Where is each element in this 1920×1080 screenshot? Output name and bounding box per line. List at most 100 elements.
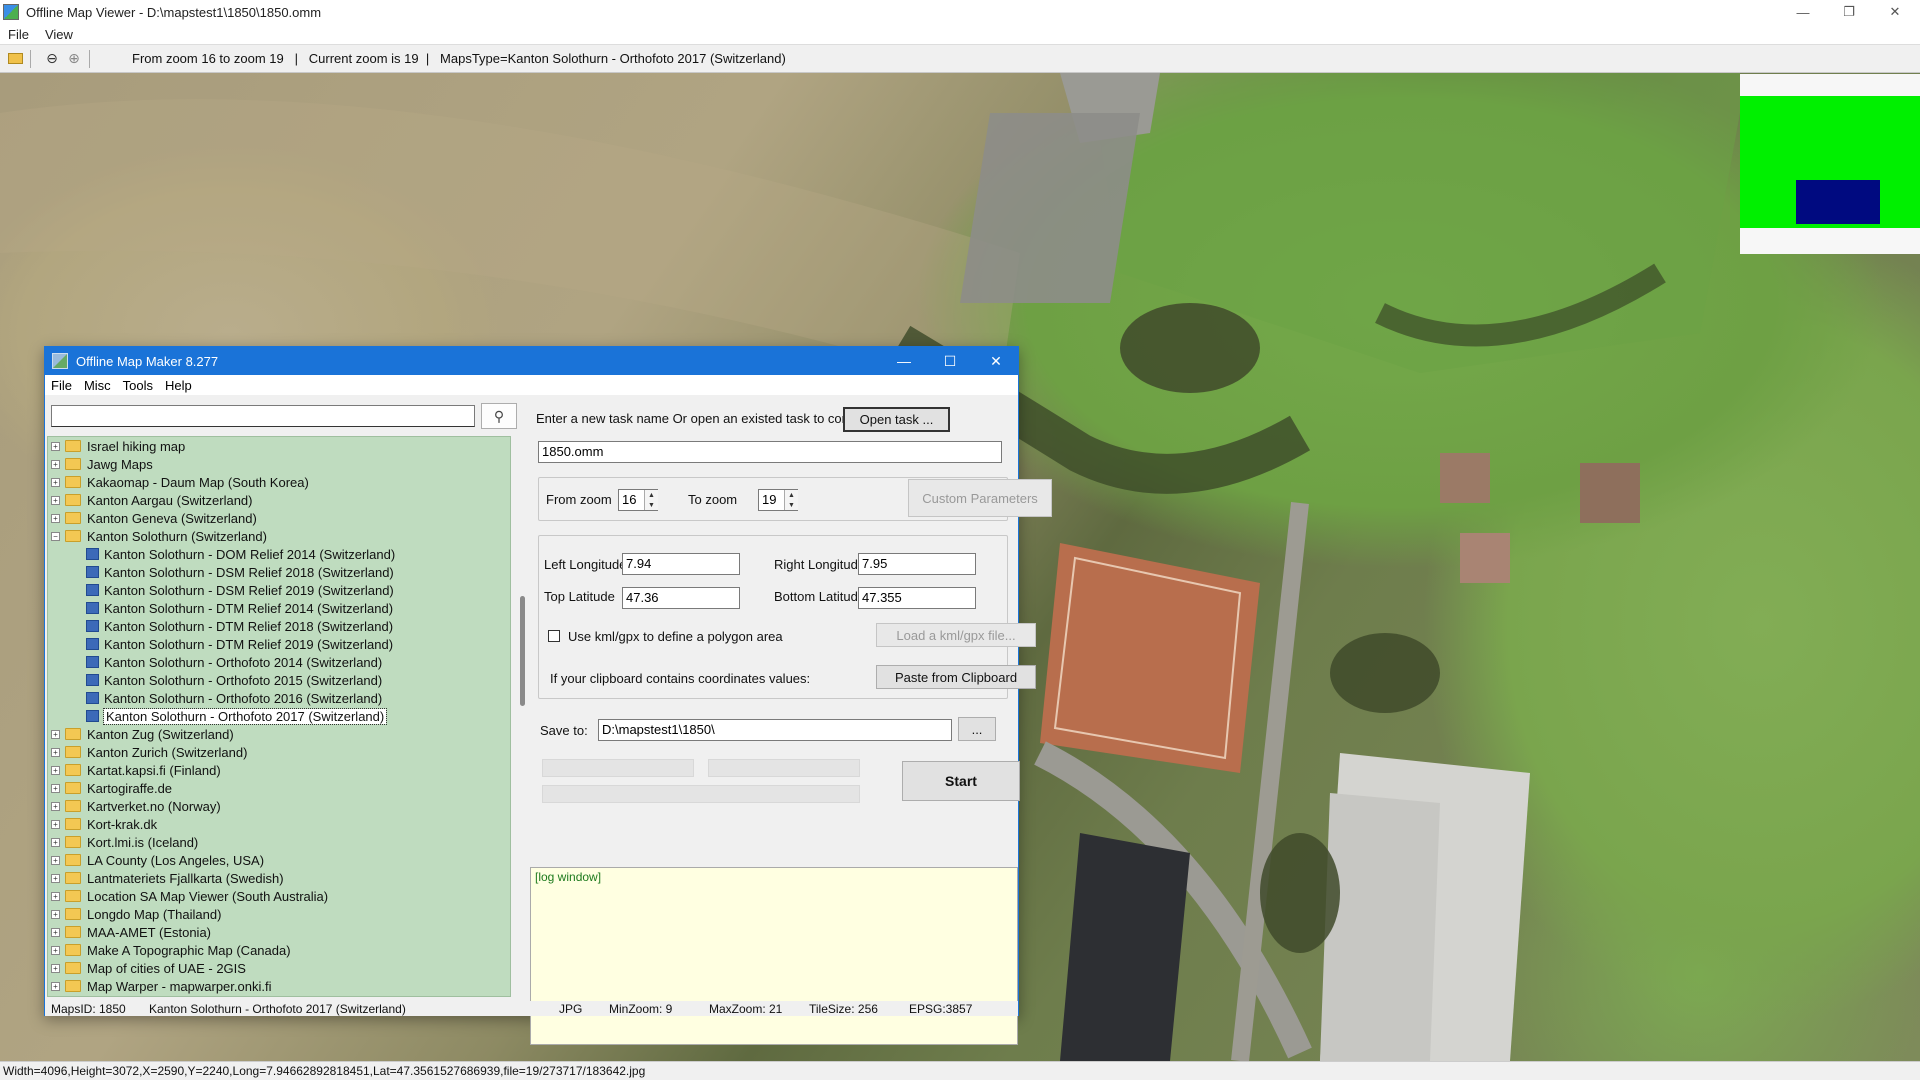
from-zoom-spinner[interactable]: ▲ ▼	[644, 490, 658, 510]
tree-map-item[interactable]: Kanton Solothurn - DSM Relief 2018 (Swit…	[48, 563, 510, 581]
load-kml-button[interactable]: Load a kml/gpx file...	[876, 623, 1036, 647]
expand-icon[interactable]: +	[51, 747, 60, 757]
expand-icon[interactable]: +	[51, 963, 60, 973]
tree-map-item[interactable]: Kanton Solothurn - DTM Relief 2019 (Swit…	[48, 635, 510, 653]
tree-cluster	[1330, 633, 1440, 713]
dialog-minimize-button[interactable]: —	[881, 347, 927, 375]
tree-map-item[interactable]: Kanton Solothurn - DOM Relief 2014 (Swit…	[48, 545, 510, 563]
to-zoom-spinner[interactable]: ▲ ▼	[784, 490, 798, 510]
tree-folder-item[interactable]: + Longdo Map (Thailand)	[48, 905, 510, 923]
folder-icon	[65, 980, 81, 992]
dialog-close-button[interactable]: ✕	[973, 347, 1019, 375]
tree-folder-item[interactable]: + MAA-AMET (Estonia)	[48, 923, 510, 941]
tree-item-label: Kartverket.no (Norway)	[87, 798, 221, 814]
tree-folder-item[interactable]: + Kort.lmi.is (Iceland)	[48, 833, 510, 851]
collapse-icon[interactable]: −	[51, 531, 60, 541]
menu-view[interactable]: View	[37, 27, 81, 42]
tree-map-item[interactable]: Kanton Solothurn - DSM Relief 2019 (Swit…	[48, 581, 510, 599]
tree-map-item[interactable]: Kanton Solothurn - Orthofoto 2017 (Switz…	[48, 707, 510, 725]
overview-viewport[interactable]	[1796, 180, 1880, 224]
search-icon: ⚲	[493, 407, 505, 424]
tree-folder-item[interactable]: + Make A Topographic Map (Canada)	[48, 941, 510, 959]
expand-icon[interactable]: +	[51, 927, 60, 937]
dialog-menu-tools[interactable]: Tools	[117, 378, 159, 393]
minimize-button[interactable]: —	[1780, 0, 1826, 24]
expand-icon[interactable]: +	[51, 855, 60, 865]
browse-button[interactable]: ...	[958, 717, 996, 741]
overview-minimap[interactable]	[1740, 74, 1920, 254]
paste-clipboard-button[interactable]: Paste from Clipboard	[876, 665, 1036, 689]
tree-map-item[interactable]: Kanton Solothurn - DTM Relief 2018 (Swit…	[48, 617, 510, 635]
open-task-button[interactable]: Open task ...	[843, 407, 950, 432]
log-window[interactable]: [log window]	[530, 867, 1018, 1045]
expand-icon[interactable]: +	[51, 801, 60, 811]
zoom-out-icon[interactable]: ⊖	[43, 50, 61, 68]
tree-folder-item[interactable]: + Kort-krak.dk	[48, 815, 510, 833]
save-path-input[interactable]: D:\mapstest1\1850\	[598, 719, 952, 741]
map-search-input[interactable]	[51, 405, 475, 427]
expand-icon[interactable]: +	[51, 495, 60, 505]
expand-icon[interactable]: +	[51, 945, 60, 955]
tree-folder-item[interactable]: + Kanton Geneva (Switzerland)	[48, 509, 510, 527]
open-folder-icon[interactable]	[6, 50, 24, 68]
restore-button[interactable]: ❐	[1826, 0, 1872, 24]
tree-folder-item[interactable]: + Kartat.kapsi.fi (Finland)	[48, 761, 510, 779]
tree-folder-item[interactable]: + LA County (Los Angeles, USA)	[48, 851, 510, 869]
bottom-latitude-input[interactable]: 47.355	[858, 587, 976, 609]
top-latitude-input[interactable]: 47.36	[622, 587, 740, 609]
expand-icon[interactable]: +	[51, 909, 60, 919]
tree-item-label: Make A Topographic Map (Canada)	[87, 942, 291, 958]
tree-folder-item[interactable]: + Kanton Aargau (Switzerland)	[48, 491, 510, 509]
tree-folder-item[interactable]: + Kanton Zurich (Switzerland)	[48, 743, 510, 761]
tree-folder-item[interactable]: + Kartogiraffe.de	[48, 779, 510, 797]
zoom-in-icon[interactable]: ⊕	[65, 50, 83, 68]
dialog-menu-misc[interactable]: Misc	[78, 378, 117, 393]
tree-map-item[interactable]: Kanton Solothurn - Orthofoto 2014 (Switz…	[48, 653, 510, 671]
map-icon	[86, 548, 99, 560]
tree-folder-item[interactable]: + Kanton Zug (Switzerland)	[48, 725, 510, 743]
tree-folder-item[interactable]: + Map Warper - mapwarper.onki.fi	[48, 977, 510, 995]
tree-folder-item[interactable]: + Lantmateriets Fjallkarta (Swedish)	[48, 869, 510, 887]
tree-folder-item[interactable]: + Israel hiking map	[48, 437, 510, 455]
tree-folder-item[interactable]: + Map of cities of UAE - 2GIS	[48, 959, 510, 977]
expand-icon[interactable]: +	[51, 891, 60, 901]
expand-icon[interactable]: +	[51, 837, 60, 847]
tree-item-label: Kanton Aargau (Switzerland)	[87, 492, 253, 508]
tree-folder-item[interactable]: + Kakaomap - Daum Map (South Korea)	[48, 473, 510, 491]
expand-icon[interactable]: +	[51, 783, 60, 793]
tree-map-item[interactable]: Kanton Solothurn - DTM Relief 2014 (Swit…	[48, 599, 510, 617]
dialog-status-bar: MapsID: 1850 Kanton Solothurn - Orthofot…	[45, 1001, 1018, 1016]
tree-map-item[interactable]: Kanton Solothurn - Orthofoto 2015 (Switz…	[48, 671, 510, 689]
left-longitude-input[interactable]: 7.94	[622, 553, 740, 575]
tree-folder-item[interactable]: + Kartverket.no (Norway)	[48, 797, 510, 815]
expand-icon[interactable]: +	[51, 459, 60, 469]
close-button[interactable]: ✕	[1872, 0, 1918, 24]
tree-folder-item[interactable]: + Jawg Maps	[48, 455, 510, 473]
expand-icon[interactable]: +	[51, 765, 60, 775]
task-name-input[interactable]: 1850.omm	[538, 441, 1002, 463]
kml-checkbox[interactable]	[548, 630, 560, 642]
right-longitude-input[interactable]: 7.95	[858, 553, 976, 575]
search-button[interactable]: ⚲	[481, 403, 517, 429]
start-button[interactable]: Start	[902, 761, 1020, 801]
expand-icon[interactable]: +	[51, 513, 60, 523]
tree-item-label: LA County (Los Angeles, USA)	[87, 852, 265, 868]
menu-file[interactable]: File	[0, 27, 37, 42]
dialog-menu-file[interactable]: File	[45, 378, 78, 393]
expand-icon[interactable]: +	[51, 477, 60, 487]
tree-folder-item[interactable]: + Location SA Map Viewer (South Australia…	[48, 887, 510, 905]
expand-icon[interactable]: +	[51, 981, 60, 991]
map-source-tree[interactable]: + Israel hiking map + Jawg Maps + Kakaomap - …	[47, 436, 511, 997]
scrollbar-thumb[interactable]	[520, 596, 525, 706]
app-title: Offline Map Viewer - D:\mapstest1\1850\1…	[26, 4, 322, 20]
expand-icon[interactable]: +	[51, 441, 60, 451]
tree-folder-item[interactable]: − Kanton Solothurn (Switzerland)	[48, 527, 510, 545]
tree-map-item[interactable]: Kanton Solothurn - Orthofoto 2016 (Switz…	[48, 689, 510, 707]
dialog-maximize-button[interactable]: ☐	[927, 347, 973, 375]
dialog-menu-help[interactable]: Help	[159, 378, 198, 393]
expand-icon[interactable]: +	[51, 873, 60, 883]
expand-icon[interactable]: +	[51, 729, 60, 739]
dialog-app-icon	[52, 353, 68, 369]
custom-parameters-button[interactable]: Custom Parameters	[908, 479, 1052, 517]
expand-icon[interactable]: +	[51, 819, 60, 829]
